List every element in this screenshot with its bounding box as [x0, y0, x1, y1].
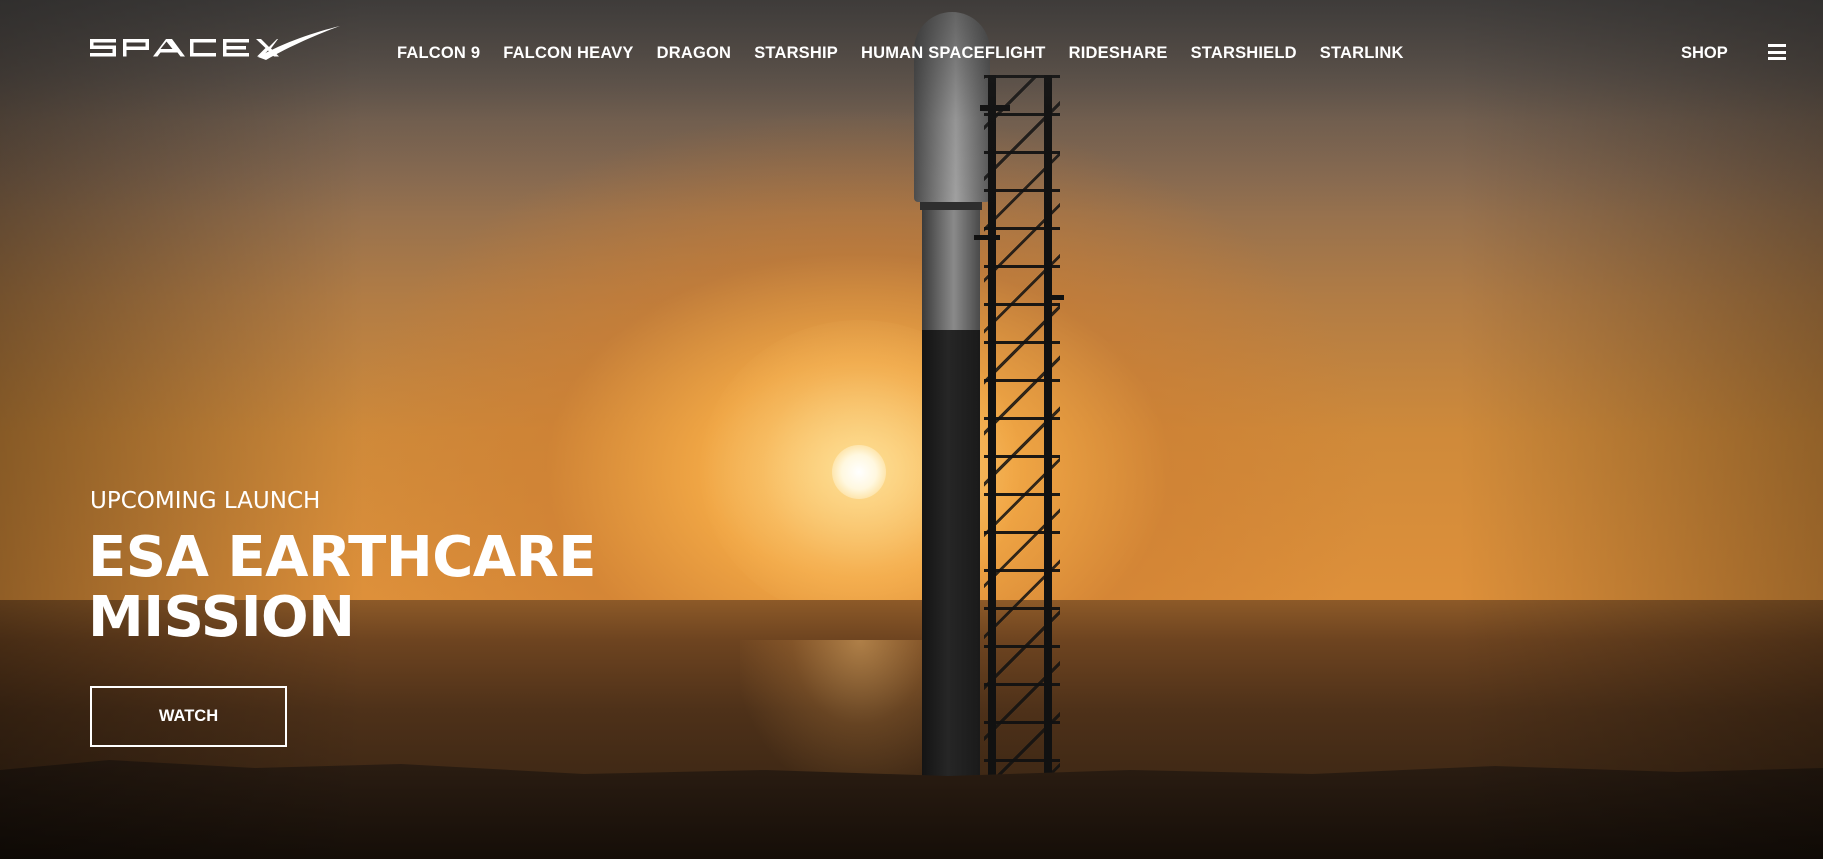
headline-line-2: MISSION: [88, 585, 355, 650]
spacex-logo[interactable]: [90, 24, 340, 64]
spacex-logo-icon: [90, 26, 340, 60]
hamburger-menu-icon[interactable]: [1768, 44, 1786, 60]
nav-item-starship[interactable]: STARSHIP: [754, 44, 838, 62]
watch-button[interactable]: WATCH: [90, 686, 287, 747]
headline-line-1: ESA EARTHCARE: [88, 525, 597, 590]
menu-bar-middle: [1768, 50, 1786, 54]
nav-item-falcon-9[interactable]: FALCON 9: [397, 44, 480, 62]
menu-bar-bottom: [1768, 57, 1786, 60]
nav-item-human-spaceflight[interactable]: HUMAN SPACEFLIGHT: [861, 44, 1046, 62]
main-nav: FALCON 9 FALCON HEAVY DRAGON STARSHIP HU…: [397, 44, 1427, 62]
mission-headline: ESA EARTHCARE MISSION: [88, 528, 608, 648]
nav-item-starshield[interactable]: STARSHIELD: [1191, 44, 1297, 62]
upcoming-launch-label: UPCOMING LAUNCH: [90, 488, 321, 514]
nav-item-starlink[interactable]: STARLINK: [1320, 44, 1404, 62]
nav-item-rideshare[interactable]: RIDESHARE: [1069, 44, 1168, 62]
nav-item-falcon-heavy[interactable]: FALCON HEAVY: [503, 44, 633, 62]
menu-bar-top: [1768, 44, 1786, 47]
nav-item-dragon[interactable]: DRAGON: [657, 44, 732, 62]
shop-link[interactable]: SHOP: [1681, 44, 1728, 62]
site-header: FALCON 9 FALCON HEAVY DRAGON STARSHIP HU…: [0, 0, 1823, 106]
